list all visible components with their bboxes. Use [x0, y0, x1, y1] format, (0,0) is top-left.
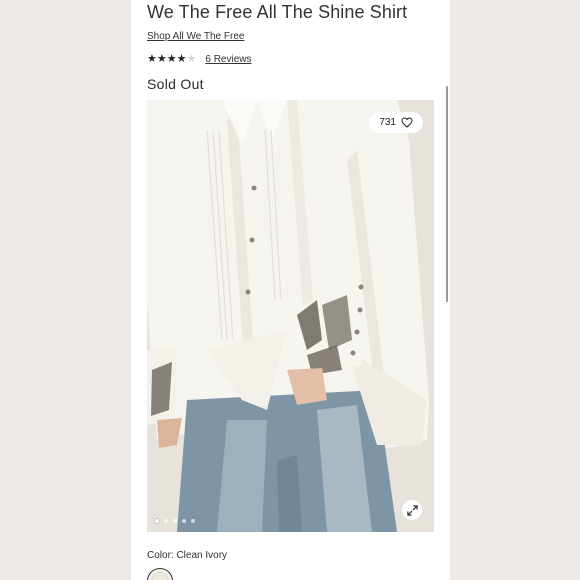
- product-title: We The Free All The Shine Shirt: [147, 2, 408, 22]
- star-rating: ★ ★ ★ ★ ★: [147, 52, 197, 65]
- product-image-gallery[interactable]: 731: [147, 100, 434, 532]
- gallery-dot[interactable]: [173, 519, 177, 523]
- color-label: Color: Clean Ivory: [147, 550, 228, 561]
- gallery-pagination: [155, 519, 195, 523]
- color-swatch-clean-ivory[interactable]: [147, 568, 173, 580]
- star-icon: ★: [147, 52, 157, 65]
- reviews-link[interactable]: 6 Reviews: [205, 54, 251, 65]
- gallery-dot[interactable]: [155, 519, 159, 523]
- star-icon: ★: [156, 52, 167, 65]
- gallery-dot[interactable]: [182, 519, 186, 523]
- gallery-dot[interactable]: [164, 519, 168, 523]
- product-photo: [147, 100, 434, 532]
- star-empty-icon: ★: [186, 52, 197, 65]
- swatch-fill: [151, 572, 169, 580]
- gallery-dot[interactable]: [191, 519, 195, 523]
- rating-row: ★ ★ ★ ★ ★ 6 Reviews: [147, 52, 252, 66]
- star-icon: ★: [176, 52, 187, 65]
- favorite-button[interactable]: 731: [369, 112, 423, 133]
- heart-icon: [401, 117, 413, 128]
- star-icon: ★: [166, 52, 177, 65]
- left-background: [0, 0, 131, 580]
- expand-arrows-icon: [406, 504, 418, 516]
- favorite-count: 731: [379, 117, 396, 128]
- stock-status: Sold Out: [147, 76, 204, 92]
- shop-brand-link[interactable]: Shop All We The Free: [147, 31, 244, 42]
- expand-image-button[interactable]: [402, 500, 422, 520]
- scrollbar[interactable]: [446, 86, 448, 302]
- right-background: [450, 0, 580, 580]
- product-panel: We The Free All The Shine Shirt Shop All…: [131, 0, 450, 580]
